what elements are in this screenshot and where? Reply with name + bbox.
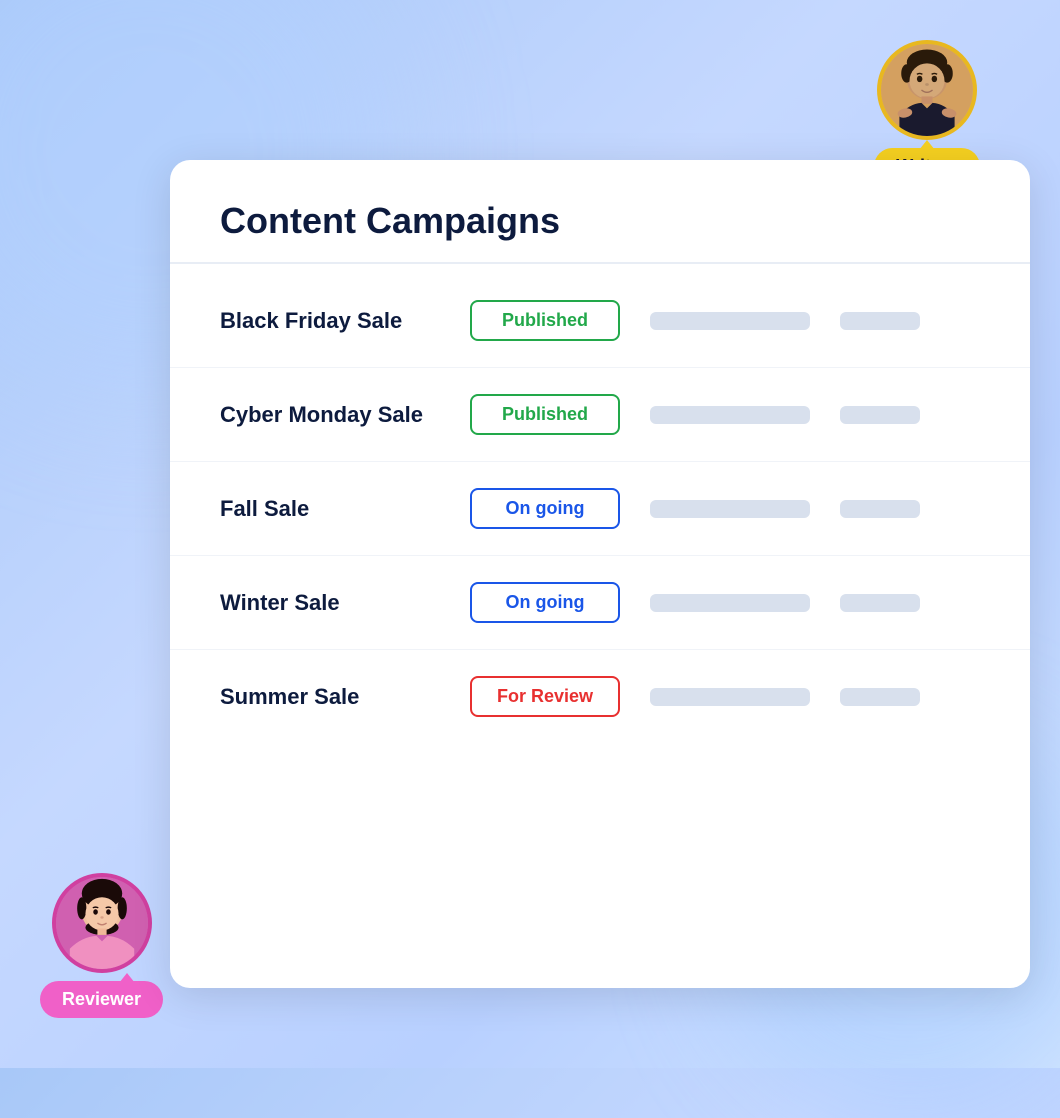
placeholder-bar-2b — [840, 406, 920, 424]
placeholder-bar-4a — [650, 594, 810, 612]
table-row: Winter Sale On going — [170, 556, 1030, 650]
campaign-name-4: Winter Sale — [220, 590, 440, 616]
status-badge-4: On going — [470, 582, 620, 623]
card-title: Content Campaigns — [220, 200, 980, 242]
placeholder-bar-3a — [650, 500, 810, 518]
reviewer-avatar-image — [56, 877, 148, 969]
campaign-name-1: Black Friday Sale — [220, 308, 440, 334]
status-badge-2: Published — [470, 394, 620, 435]
writers-avatar — [877, 40, 977, 140]
placeholder-bar-2a — [650, 406, 810, 424]
campaign-name-5: Summer Sale — [220, 684, 440, 710]
placeholder-bar-5a — [650, 688, 810, 706]
campaign-name-3: Fall Sale — [220, 496, 440, 522]
reviewer-section: Reviewer — [40, 873, 163, 1018]
writers-avatar-image — [881, 44, 973, 136]
status-badge-3: On going — [470, 488, 620, 529]
placeholder-bar-5b — [840, 688, 920, 706]
placeholder-bar-1b — [840, 312, 920, 330]
reviewer-label: Reviewer — [62, 989, 141, 1009]
table-row: Cyber Monday Sale Published — [170, 368, 1030, 462]
status-badge-1: Published — [470, 300, 620, 341]
placeholder-bar-4b — [840, 594, 920, 612]
reviewer-avatar — [52, 873, 152, 973]
content-campaigns-card: Content Campaigns Black Friday Sale Publ… — [170, 160, 1030, 988]
card-header: Content Campaigns — [170, 160, 1030, 264]
campaign-list: Black Friday Sale Published Cyber Monday… — [170, 264, 1030, 753]
status-badge-5: For Review — [470, 676, 620, 717]
table-row: Summer Sale For Review — [170, 650, 1030, 743]
reviewer-badge: Reviewer — [40, 981, 163, 1018]
placeholder-bar-3b — [840, 500, 920, 518]
placeholder-bar-1a — [650, 312, 810, 330]
campaign-name-2: Cyber Monday Sale — [220, 402, 440, 428]
table-row: Fall Sale On going — [170, 462, 1030, 556]
table-row: Black Friday Sale Published — [170, 274, 1030, 368]
